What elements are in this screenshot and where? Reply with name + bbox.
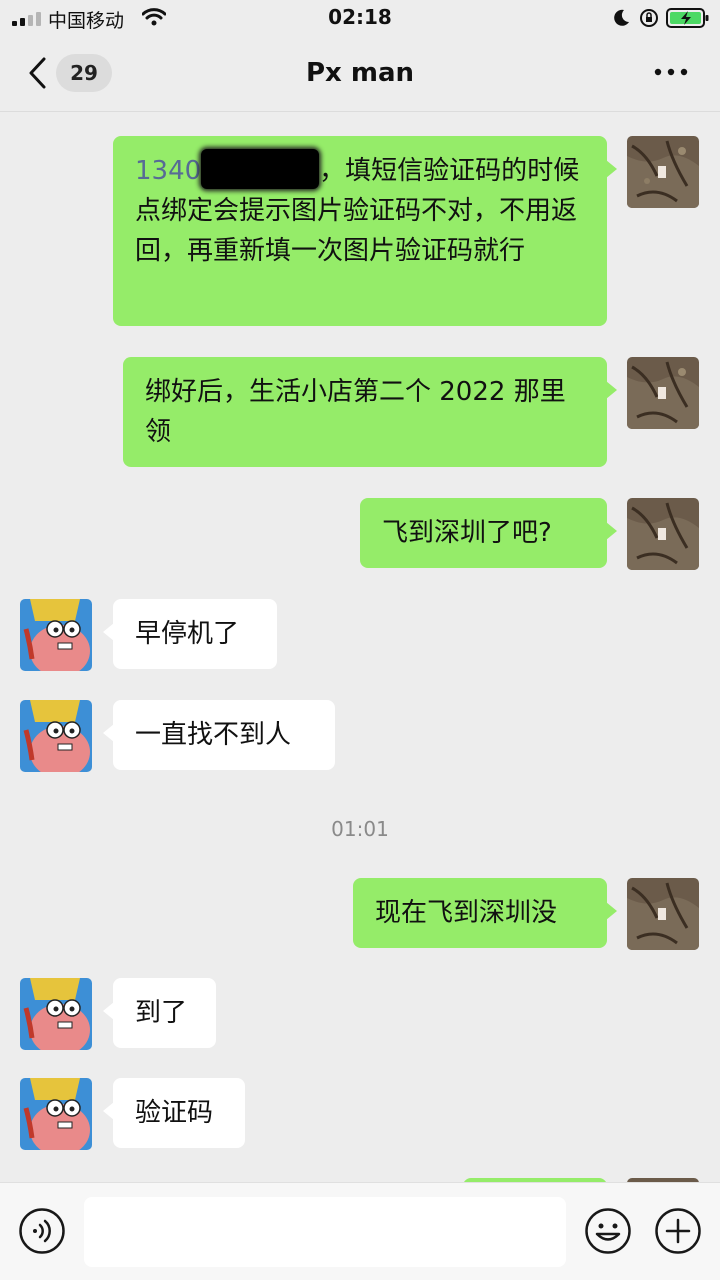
time-separator: 01:01 (331, 817, 389, 841)
plus-icon[interactable] (654, 1207, 702, 1255)
message-text: 早停机了 (135, 619, 240, 649)
cartoon-avatar-icon (20, 700, 92, 772)
ground-photo-avatar-icon (627, 357, 699, 429)
message-text: ，填短信验证码的 (319, 156, 528, 186)
message-text: 一直找不到人 (135, 720, 292, 750)
message-bubble-sent[interactable]: 1340 ，填短信验证码的时候点绑定会提示图片验证码不对，不用返回，再重新填一次图… (113, 136, 617, 326)
message-text: 到了 (135, 998, 188, 1028)
battery-icon (666, 8, 709, 28)
message-bubble-sent[interactable]: 绑好后，生活小店第二个 2022 那里领 (123, 357, 617, 467)
message-bubble-received[interactable]: 早停机了 (103, 599, 277, 669)
message-bubble-sent[interactable]: 飞到深圳了吧? (360, 498, 617, 568)
contact-avatar[interactable] (20, 978, 92, 1050)
message-bubble-received[interactable]: 验证码 (103, 1078, 245, 1148)
ground-photo-avatar-icon (627, 878, 699, 950)
message-bubble-received[interactable]: 一直找不到人 (103, 700, 335, 770)
contact-avatar[interactable] (20, 599, 92, 671)
redaction-mark (201, 148, 320, 189)
message-bubble-sent[interactable]: 现在飞到深圳没 (353, 878, 617, 948)
contact-avatar[interactable] (20, 700, 92, 772)
my-avatar[interactable] (627, 136, 699, 208)
moon-icon (614, 9, 629, 26)
input-bar (0, 1182, 720, 1280)
message-text: 飞到深圳了吧? (382, 518, 552, 548)
message-text: 验证码 (135, 1098, 214, 1128)
message-text: 绑好后，生活小店第二个 2022 那里领 (145, 377, 566, 447)
more-icon[interactable] (652, 66, 692, 78)
cartoon-avatar-icon (20, 978, 92, 1050)
status-bar: 中国移动 02:18 (0, 0, 720, 36)
my-avatar[interactable] (627, 878, 699, 950)
message-text: 现在飞到深圳没 (375, 898, 558, 928)
message-bubble-received[interactable]: 到了 (103, 978, 216, 1048)
contact-avatar[interactable] (20, 1078, 92, 1150)
message-input[interactable] (84, 1197, 566, 1267)
chat-title: Px man (305, 58, 415, 88)
ground-photo-avatar-icon (627, 136, 699, 208)
cartoon-avatar-icon (20, 599, 92, 671)
voice-icon[interactable] (18, 1207, 66, 1255)
ground-photo-avatar-icon (627, 498, 699, 570)
chat-header: 29 Px man (0, 36, 720, 112)
my-avatar[interactable] (627, 498, 699, 570)
unread-count-badge[interactable]: 29 (56, 54, 112, 92)
phone-number-link[interactable]: 1340 (135, 156, 201, 186)
emoji-icon[interactable] (584, 1207, 632, 1255)
message-list[interactable]: 1340 ，填短信验证码的时候点绑定会提示图片验证码不对，不用返回，再重新填一次图… (0, 112, 720, 1182)
my-avatar[interactable] (627, 357, 699, 429)
back-chevron-icon[interactable] (26, 56, 48, 90)
rotation-lock-icon (640, 9, 658, 27)
cartoon-avatar-icon (20, 1078, 92, 1150)
